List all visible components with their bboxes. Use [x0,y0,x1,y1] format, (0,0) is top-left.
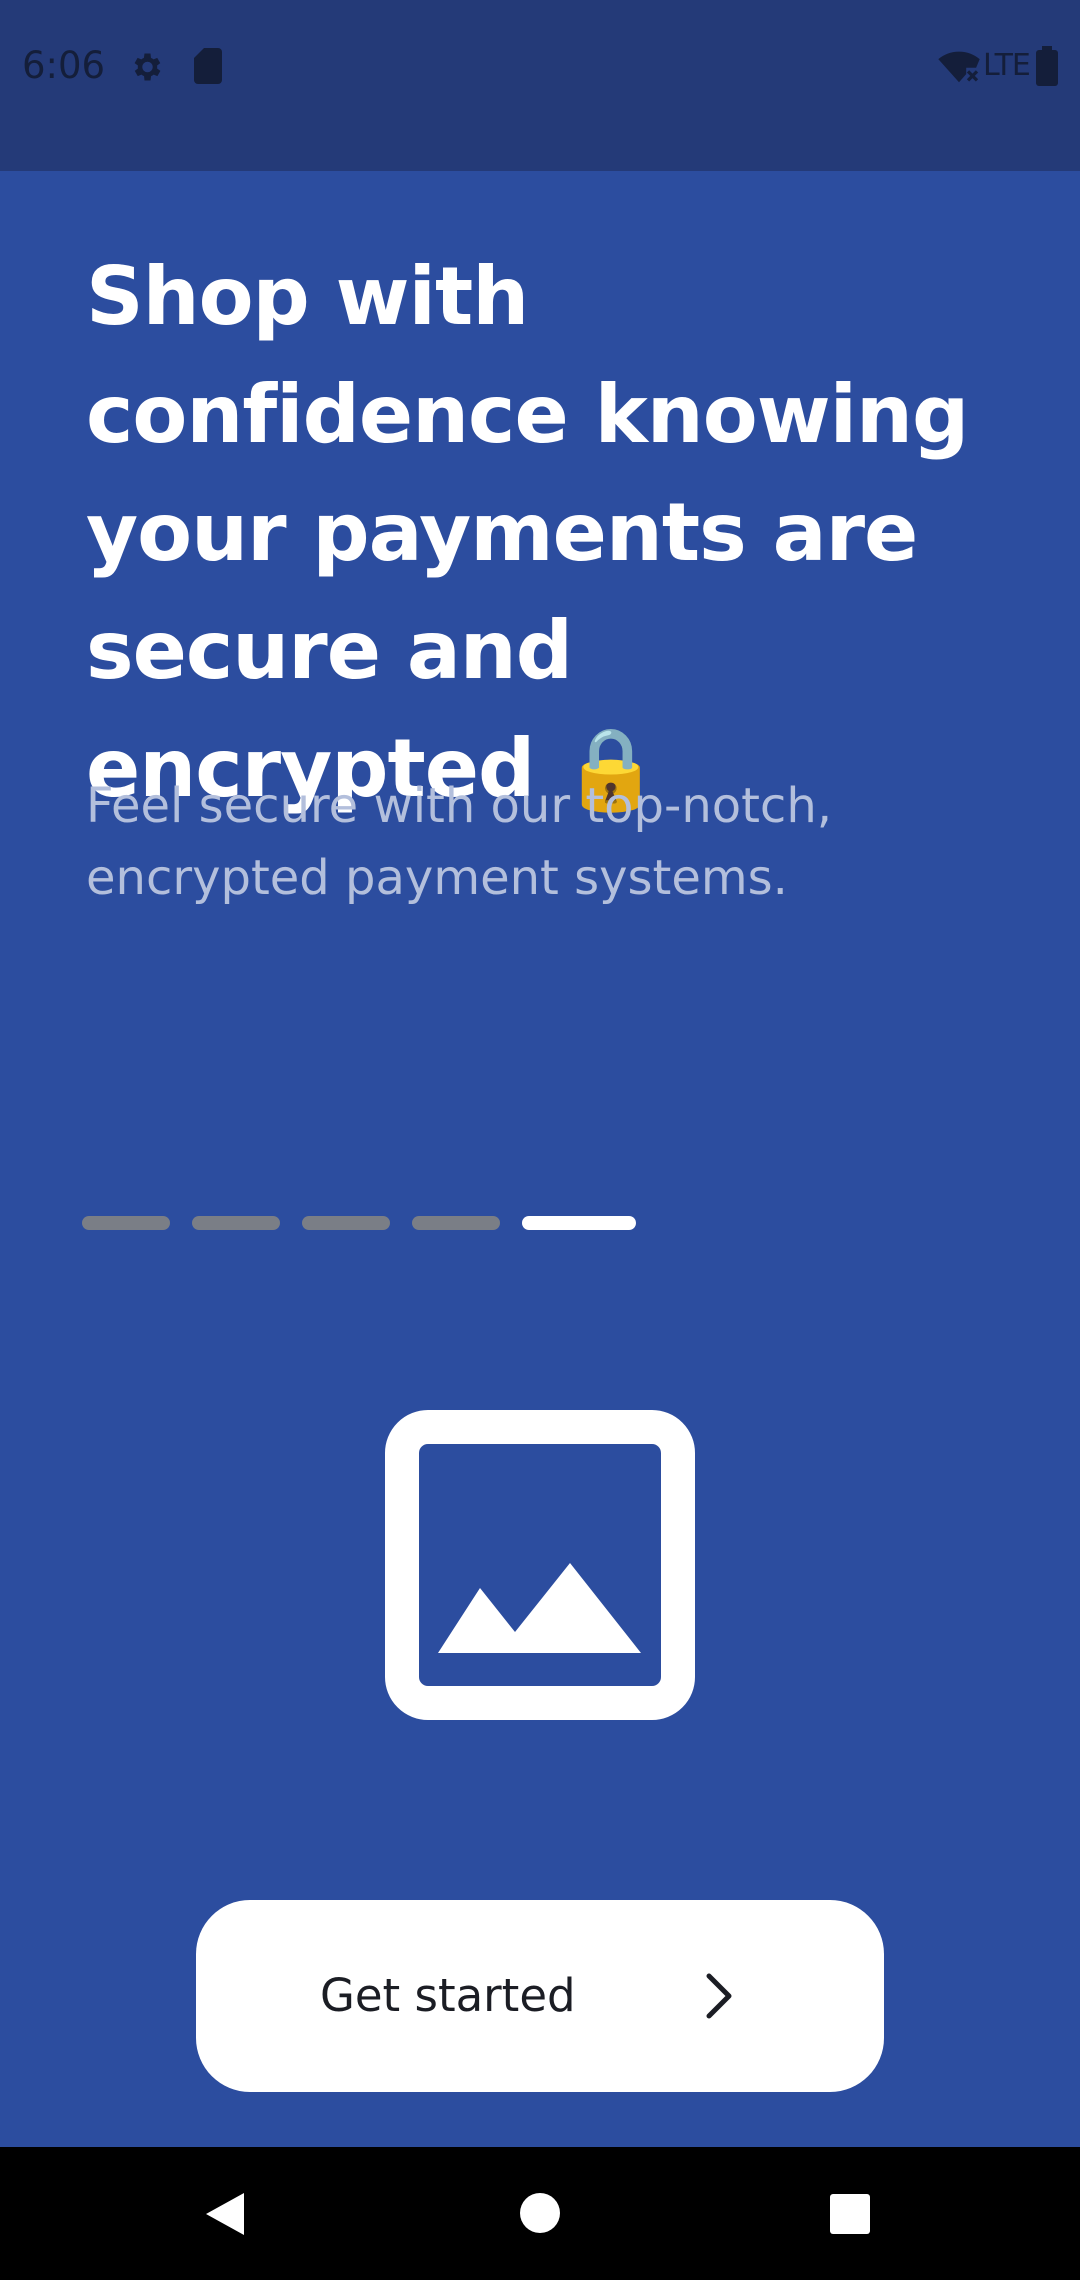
battery-icon [1036,46,1058,86]
onboarding-headline: Shop with confidence knowing your paymen… [86,250,969,815]
page-indicator-dot [82,1216,170,1230]
page-indicator-dot [412,1216,500,1230]
page-indicator-dot-active [522,1216,636,1230]
settings-icon [134,53,161,81]
sd-card-icon [194,48,222,84]
system-navigation-bar [0,2147,1080,2280]
onboarding-screen: 6:06 LTE Shop with confidence knowing yo… [0,0,1080,2280]
get-started-button[interactable]: Get started [196,1900,884,2092]
status-time: 6:06 [22,44,106,87]
page-indicator-dot [302,1216,390,1230]
recents-icon[interactable] [829,2193,871,2235]
home-icon[interactable] [518,2191,562,2235]
page-indicator [82,1216,642,1230]
chevron-right-icon [706,1973,732,2019]
status-bar: 6:06 LTE [0,0,1080,171]
onboarding-subtitle: Feel secure with our top-notch, encrypte… [86,778,832,906]
wifi-off-icon [938,51,980,83]
network-type-label: LTE [983,48,1031,83]
image-placeholder-icon [385,1410,695,1720]
page-indicator-dot [192,1216,280,1230]
back-icon[interactable] [204,2191,246,2237]
get-started-label: Get started [320,1969,576,2022]
